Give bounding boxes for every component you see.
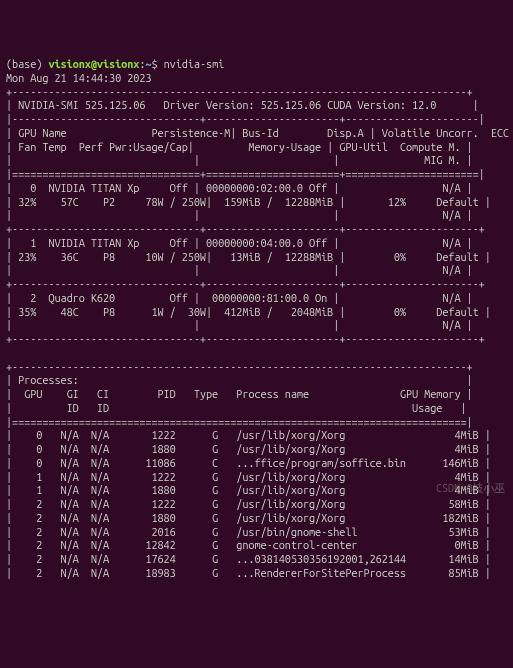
watermark: CSDN @枝小巫 [436,483,505,497]
prompt-command: nvidia-smi [164,59,225,71]
prompt-suffix: $ [151,59,157,71]
smi-output: +---------------------------------------… [6,87,513,580]
terminal[interactable]: (base) visionx@visionx:~$ nvidia-smi Mon… [6,59,507,582]
prompt-user: visionx@visionx [48,59,139,71]
timestamp: Mon Aug 21 14:44:30 2023 [6,73,151,85]
prompt-env: (base) [6,59,42,71]
prompt-line[interactable]: (base) visionx@visionx:~$ nvidia-smi [6,59,224,71]
